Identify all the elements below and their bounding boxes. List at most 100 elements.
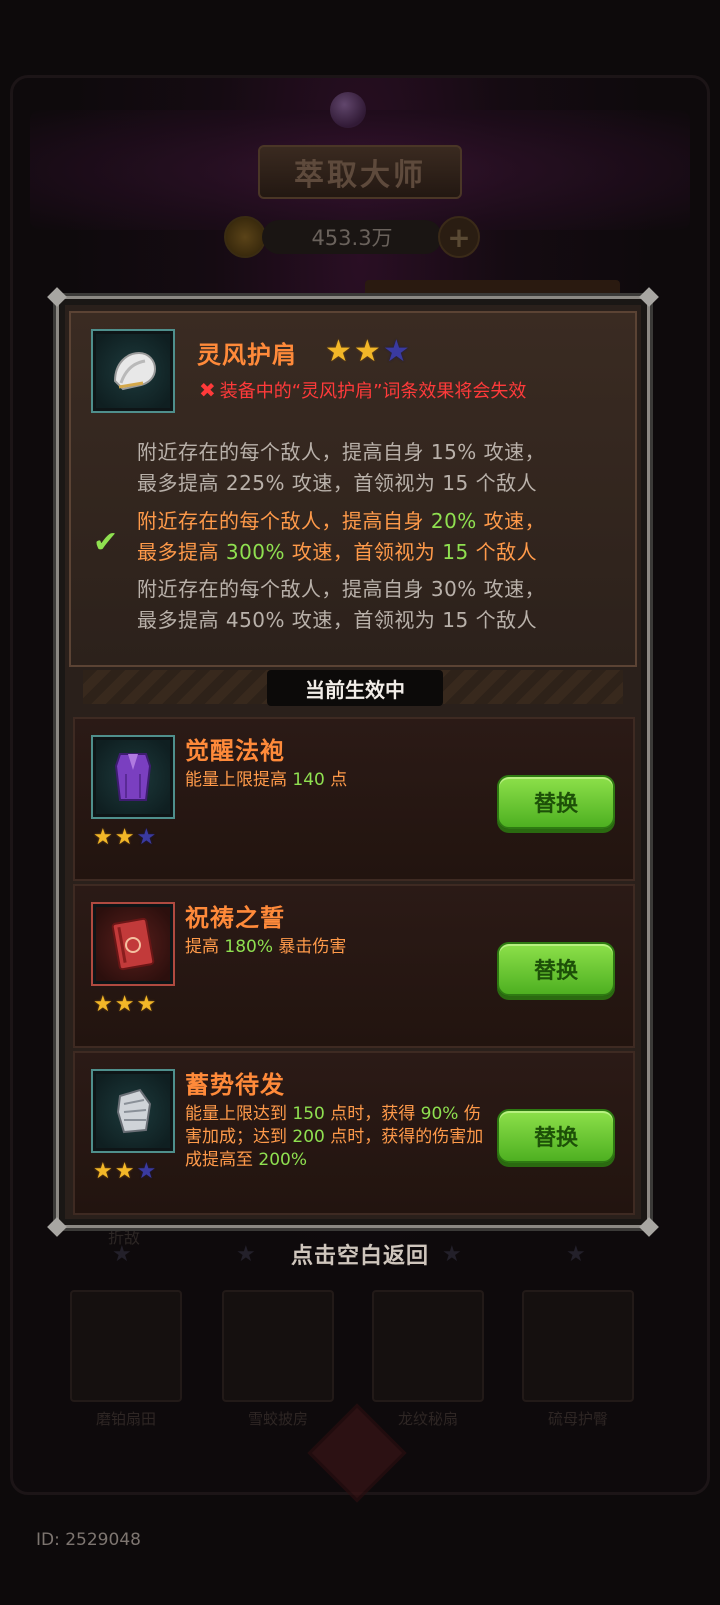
warning-text: 装备中的“灵风护肩”词条效果将会失效: [219, 381, 527, 402]
faded-star-icon: ★: [236, 1242, 256, 1267]
tier-value: 15: [442, 608, 469, 632]
tier-text: 个敌人: [468, 540, 538, 564]
slot-label: 硫母护臀: [547, 1410, 608, 1428]
desc-value: 140: [292, 770, 325, 790]
affix-tier: 附近存在的每个敌人，提高自身 30% 攻速， 最多提高 450% 攻速，首领视为…: [137, 574, 617, 636]
replace-button[interactable]: 替换: [497, 1109, 615, 1163]
item-star-rating: ★ ★ ★: [93, 1161, 156, 1183]
coin-icon: [224, 216, 266, 258]
star-filled-icon: ★: [93, 992, 113, 1017]
tier-value: 15: [442, 471, 469, 495]
tier-text: 攻速，: [476, 509, 546, 533]
item-name: 灵风护肩: [197, 341, 297, 369]
tier-text: 个敌人: [468, 608, 538, 632]
add-currency-button[interactable]: +: [438, 216, 480, 258]
desc-value: 180%: [224, 937, 274, 957]
equipped-item-row: 祝祷之誓 提高 180% 暴击伤害 ★ ★ ★ 替换: [73, 884, 635, 1048]
tier-value: 15%: [430, 440, 477, 464]
red-book-icon: [111, 917, 155, 971]
desc-text: 能量上限提高: [185, 770, 293, 790]
faded-star-icon: ★: [566, 1242, 586, 1267]
item-icon-slot: [91, 902, 175, 986]
tier-text: 最多提高: [137, 540, 226, 564]
close-x-icon: ✖: [199, 378, 216, 402]
star-filled-icon: ★: [114, 992, 135, 1017]
robe-icon: [114, 753, 152, 801]
tier-text: 最多提高: [137, 471, 226, 495]
desc-value: 150: [292, 1104, 325, 1124]
tier-value: 30%: [430, 577, 477, 601]
desc-value: 200%: [258, 1150, 308, 1170]
item-icon-slot: [91, 329, 175, 413]
item-icon-slot: [91, 1069, 175, 1153]
tier-text: 攻速，首领视为: [285, 608, 443, 632]
tier-value: 450%: [225, 608, 286, 632]
desc-value: 90%: [420, 1104, 459, 1124]
slot-label: 雪蛟披房: [247, 1410, 308, 1428]
star-filled-icon: ★: [136, 992, 157, 1017]
replace-affix-modal: 灵风护肩 ★ ★ ★ ✖ 装备中的“灵风护肩”词条效果将会失效 附近存在的每个敌…: [47, 287, 659, 1237]
tier-text: 个敌人: [468, 471, 538, 495]
page-title: 萃取大师: [294, 158, 426, 193]
star-filled-icon: ★: [353, 334, 381, 369]
currency-amount: 453.3万: [262, 220, 442, 254]
star-filled-icon: ★: [114, 1159, 135, 1184]
warning-message: ✖ 装备中的“灵风护肩”词条效果将会失效: [199, 377, 526, 403]
desc-text: 提高: [185, 937, 225, 957]
gauntlet-icon: [116, 1088, 152, 1134]
faded-star-icon: ★: [112, 1242, 132, 1267]
new-item-card: 灵风护肩 ★ ★ ★ ✖ 装备中的“灵风护肩”词条效果将会失效 附近存在的每个敌…: [69, 311, 637, 667]
item-star-rating: ★ ★ ★: [325, 337, 410, 367]
star-filled-icon: ★: [325, 334, 352, 369]
item-name: 蓄势待发: [185, 1071, 285, 1099]
star-filled-icon: ★: [114, 825, 135, 850]
player-id: ID: 2529048: [36, 1530, 141, 1550]
affix-tier-active: 附近存在的每个敌人，提高自身 20% 攻速， 最多提高 300% 攻速，首领视为…: [137, 506, 617, 568]
tier-text: 最多提高: [137, 608, 226, 632]
tier-text: 攻速，首领视为: [285, 540, 443, 564]
tier-text: 附近存在的每个敌人，提高自身: [137, 509, 431, 533]
star-filled-icon: ★: [93, 1159, 113, 1184]
desc-text: 点: [324, 770, 348, 790]
item-name: 祝祷之誓: [185, 904, 285, 932]
tier-text: 附近存在的每个敌人，提高自身: [137, 440, 431, 464]
tier-value: 15: [442, 540, 469, 564]
item-star-rating: ★ ★ ★: [93, 994, 156, 1016]
desc-text: 点时，获得: [324, 1104, 421, 1124]
item-description: 能量上限达到 150 点时，获得 90% 伤害加成；达到 200 点时，获得的伤…: [185, 1103, 485, 1172]
desc-text: 能量上限达到: [185, 1104, 293, 1124]
equipped-item-row: 蓄势待发 能量上限达到 150 点时，获得 90% 伤害加成；达到 200 点时…: [73, 1051, 635, 1215]
equipment-slot[interactable]: [522, 1290, 634, 1402]
equipment-slot[interactable]: [372, 1290, 484, 1402]
tier-value: 20%: [430, 509, 477, 533]
crystal-orb-icon: [330, 92, 366, 128]
tier-text: 攻速，: [476, 577, 546, 601]
star-empty-icon: ★: [136, 1159, 157, 1184]
desc-text: 暴击伤害: [273, 937, 347, 957]
tier-text: 攻速，: [476, 440, 546, 464]
tap-to-return-hint[interactable]: 点击空白返回: [274, 1238, 446, 1270]
tier-value: 225%: [225, 471, 286, 495]
star-filled-icon: ★: [93, 825, 113, 850]
item-star-rating: ★ ★ ★: [93, 827, 156, 849]
tier-text: 附近存在的每个敌人，提高自身: [137, 577, 431, 601]
affix-tier: 附近存在的每个敌人，提高自身 15% 攻速， 最多提高 225% 攻速，首领视为…: [137, 437, 617, 499]
equipment-slot[interactable]: [70, 1290, 182, 1402]
slot-label: 磨铂扇田: [95, 1410, 156, 1428]
replace-button[interactable]: 替换: [497, 942, 615, 996]
tier-value: 300%: [225, 540, 286, 564]
checkmark-icon: ✔: [93, 525, 119, 560]
item-description: 提高 180% 暴击伤害: [185, 936, 475, 959]
section-title: 当前生效中: [267, 670, 443, 706]
replace-button[interactable]: 替换: [497, 775, 615, 829]
item-description: 能量上限提高 140 点: [185, 769, 475, 792]
star-empty-icon: ★: [136, 825, 157, 850]
title-plate: 萃取大师: [258, 145, 462, 199]
equipment-slot[interactable]: [222, 1290, 334, 1402]
slot-label: 龙纹秘扇: [397, 1410, 458, 1428]
item-name: 觉醒法袍: [185, 737, 285, 765]
item-icon-slot: [91, 735, 175, 819]
star-empty-icon: ★: [382, 334, 410, 369]
shoulder-guard-icon: [113, 351, 157, 391]
desc-value: 200: [292, 1127, 325, 1147]
